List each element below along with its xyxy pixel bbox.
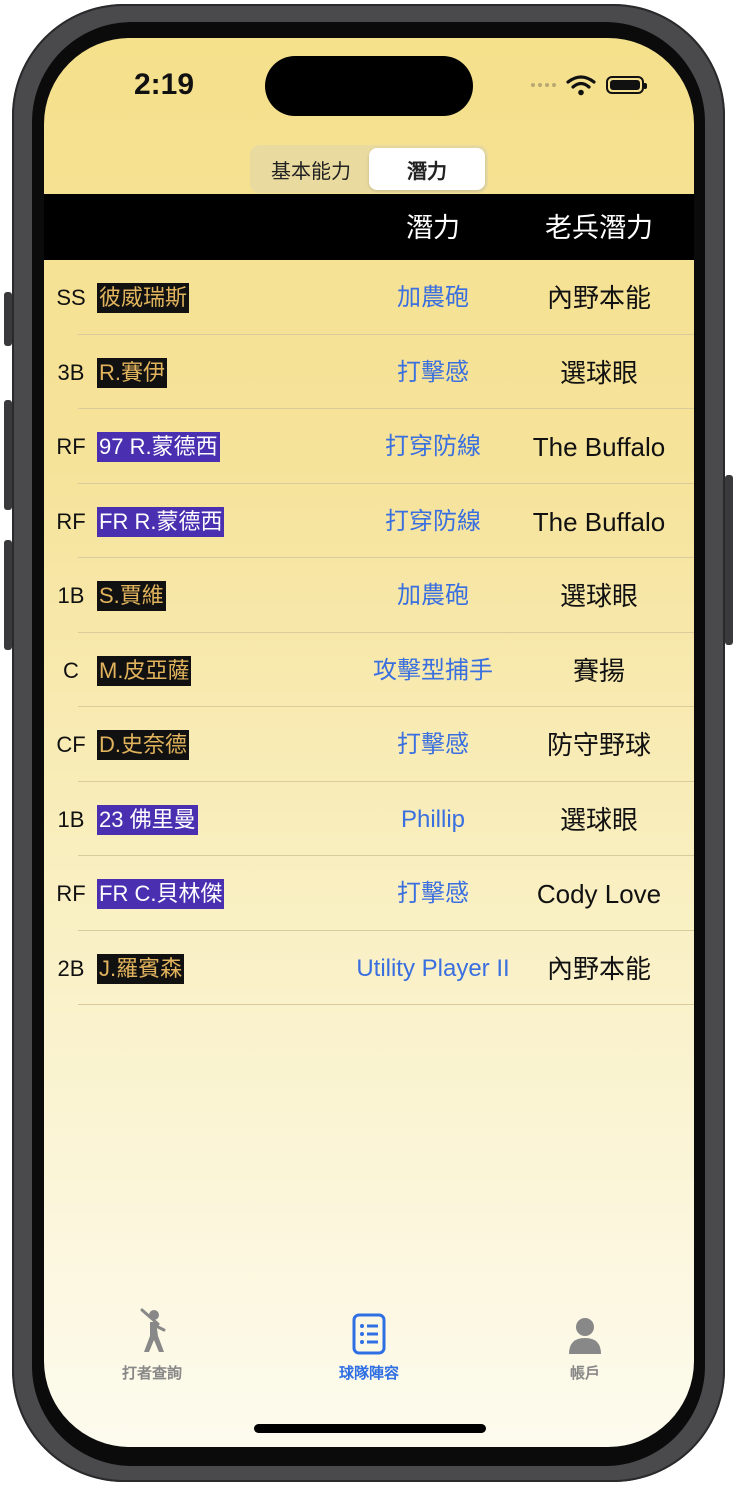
potential-skill: 加農砲 xyxy=(397,284,469,311)
player-name: J.羅賓森 xyxy=(97,953,185,984)
player-position: 3B xyxy=(57,359,85,385)
player-name: FR C.貝林傑 xyxy=(97,879,225,909)
wifi-icon xyxy=(566,75,596,96)
tab-label: 球隊陣容 xyxy=(338,1365,399,1382)
player-name: 彼威瑞斯 xyxy=(97,283,190,313)
player-position: 1B xyxy=(57,583,85,608)
roster-list: SS 彼威瑞斯 加農砲 內野本能 3B R.賽伊 打擊感 選球眼 RF 97 R.蒙德西 打穿防線 T… xyxy=(44,260,694,1005)
player-position: 1B xyxy=(57,806,85,832)
list-item[interactable]: 2B J.羅賓森 Utility Player II 內野本能 xyxy=(44,931,694,1005)
batter-icon xyxy=(140,1308,166,1352)
tab-batter-search[interactable]: 打者查詢 xyxy=(82,1308,222,1383)
player-name: R.賽伊 xyxy=(97,357,168,388)
view-segmented-control: 基本能力 潛力 xyxy=(250,145,488,193)
status-indicators xyxy=(531,74,647,96)
potential-skill: 打擊感 xyxy=(397,731,469,758)
app-screen: 2:19 基本能力 潛力 潛力 老兵潛力 SS 彼威瑞斯 加農砲 內野本能 3B R.賽伊… xyxy=(44,38,694,1447)
veteran-potential: 內野本能 xyxy=(546,953,651,984)
segment-basic-ability[interactable]: 基本能力 xyxy=(253,148,369,190)
potential-skill: Utility Player II xyxy=(356,954,510,982)
table-header: 潛力 老兵潛力 xyxy=(44,194,694,260)
veteran-potential: 內野本能 xyxy=(546,283,651,313)
header-veteran-potential: 老兵潛力 xyxy=(545,213,653,243)
potential-skill: 加農砲 xyxy=(397,582,469,609)
volume-up-button xyxy=(4,400,12,510)
roster-list-icon xyxy=(352,1313,386,1355)
tab-label: 打者查詢 xyxy=(121,1365,182,1382)
list-item[interactable]: CF D.史奈德 打擊感 防守野球 xyxy=(44,707,694,782)
tab-bar: 打者查詢 球隊陣容 帳戶 xyxy=(44,1308,694,1398)
player-name: 23 佛里曼 xyxy=(97,804,198,835)
player-position: RF xyxy=(56,508,86,534)
player-name: 97 R.蒙德西 xyxy=(97,432,220,462)
player-position: 2B xyxy=(57,955,85,981)
row-divider xyxy=(78,1004,694,1005)
player-position: C xyxy=(63,657,79,683)
tab-team-roster[interactable]: 球隊陣容 xyxy=(299,1308,439,1383)
veteran-potential: 防守野球 xyxy=(546,730,651,760)
potential-skill: 打擊感 xyxy=(397,358,469,386)
person-icon xyxy=(569,1318,601,1354)
player-position: RF xyxy=(56,881,86,906)
veteran-potential: The Buffalo xyxy=(532,432,666,462)
battery-icon xyxy=(606,76,647,94)
veteran-potential: 選球眼 xyxy=(559,357,638,388)
veteran-potential: Cody Love xyxy=(536,879,662,909)
cellular-signal-icon xyxy=(531,83,556,87)
tab-label: 帳戶 xyxy=(569,1365,600,1382)
player-position: SS xyxy=(56,285,86,310)
list-item[interactable]: 1B 23 佛里曼 Phillip 選球眼 xyxy=(44,782,694,856)
veteran-potential: 選球眼 xyxy=(559,581,638,611)
potential-skill: Phillip xyxy=(400,805,466,833)
player-name: S.賈維 xyxy=(97,581,166,611)
header-potential: 潛力 xyxy=(406,213,460,243)
power-button xyxy=(725,475,733,645)
tab-account[interactable]: 帳戶 xyxy=(515,1308,655,1383)
list-item[interactable]: 3B R.賽伊 打擊感 選球眼 xyxy=(44,335,694,409)
potential-skill: 攻擊型捕手 xyxy=(373,656,493,684)
list-item[interactable]: 1B S.賈維 加農砲 選球眼 xyxy=(44,558,694,633)
volume-down-button xyxy=(4,540,12,650)
veteran-potential: 選球眼 xyxy=(559,804,638,835)
list-item[interactable]: RF FR C.貝林傑 打擊感 Cody Love xyxy=(44,856,694,931)
dynamic-island xyxy=(265,56,473,116)
status-time: 2:19 xyxy=(133,68,195,101)
player-name: FR R.蒙德西 xyxy=(97,506,225,537)
player-position: RF xyxy=(56,434,86,459)
segment-potential[interactable]: 潛力 xyxy=(369,148,485,190)
silent-switch xyxy=(4,292,12,346)
potential-skill: 打擊感 xyxy=(397,880,469,907)
player-position: CF xyxy=(56,732,86,757)
potential-skill: 打穿防線 xyxy=(385,433,481,460)
player-name: D.史奈德 xyxy=(97,730,190,760)
potential-skill: 打穿防線 xyxy=(385,507,481,535)
veteran-potential: 賽揚 xyxy=(572,655,625,686)
player-name: M.皮亞薩 xyxy=(97,655,192,686)
list-item[interactable]: RF FR R.蒙德西 打穿防線 The Buffalo xyxy=(44,484,694,558)
list-item[interactable]: RF 97 R.蒙德西 打穿防線 The Buffalo xyxy=(44,409,694,484)
list-item[interactable]: SS 彼威瑞斯 加農砲 內野本能 xyxy=(44,260,694,335)
list-item[interactable]: C M.皮亞薩 攻擊型捕手 賽揚 xyxy=(44,633,694,707)
home-indicator[interactable] xyxy=(254,1424,486,1433)
veteran-potential: The Buffalo xyxy=(532,506,666,537)
